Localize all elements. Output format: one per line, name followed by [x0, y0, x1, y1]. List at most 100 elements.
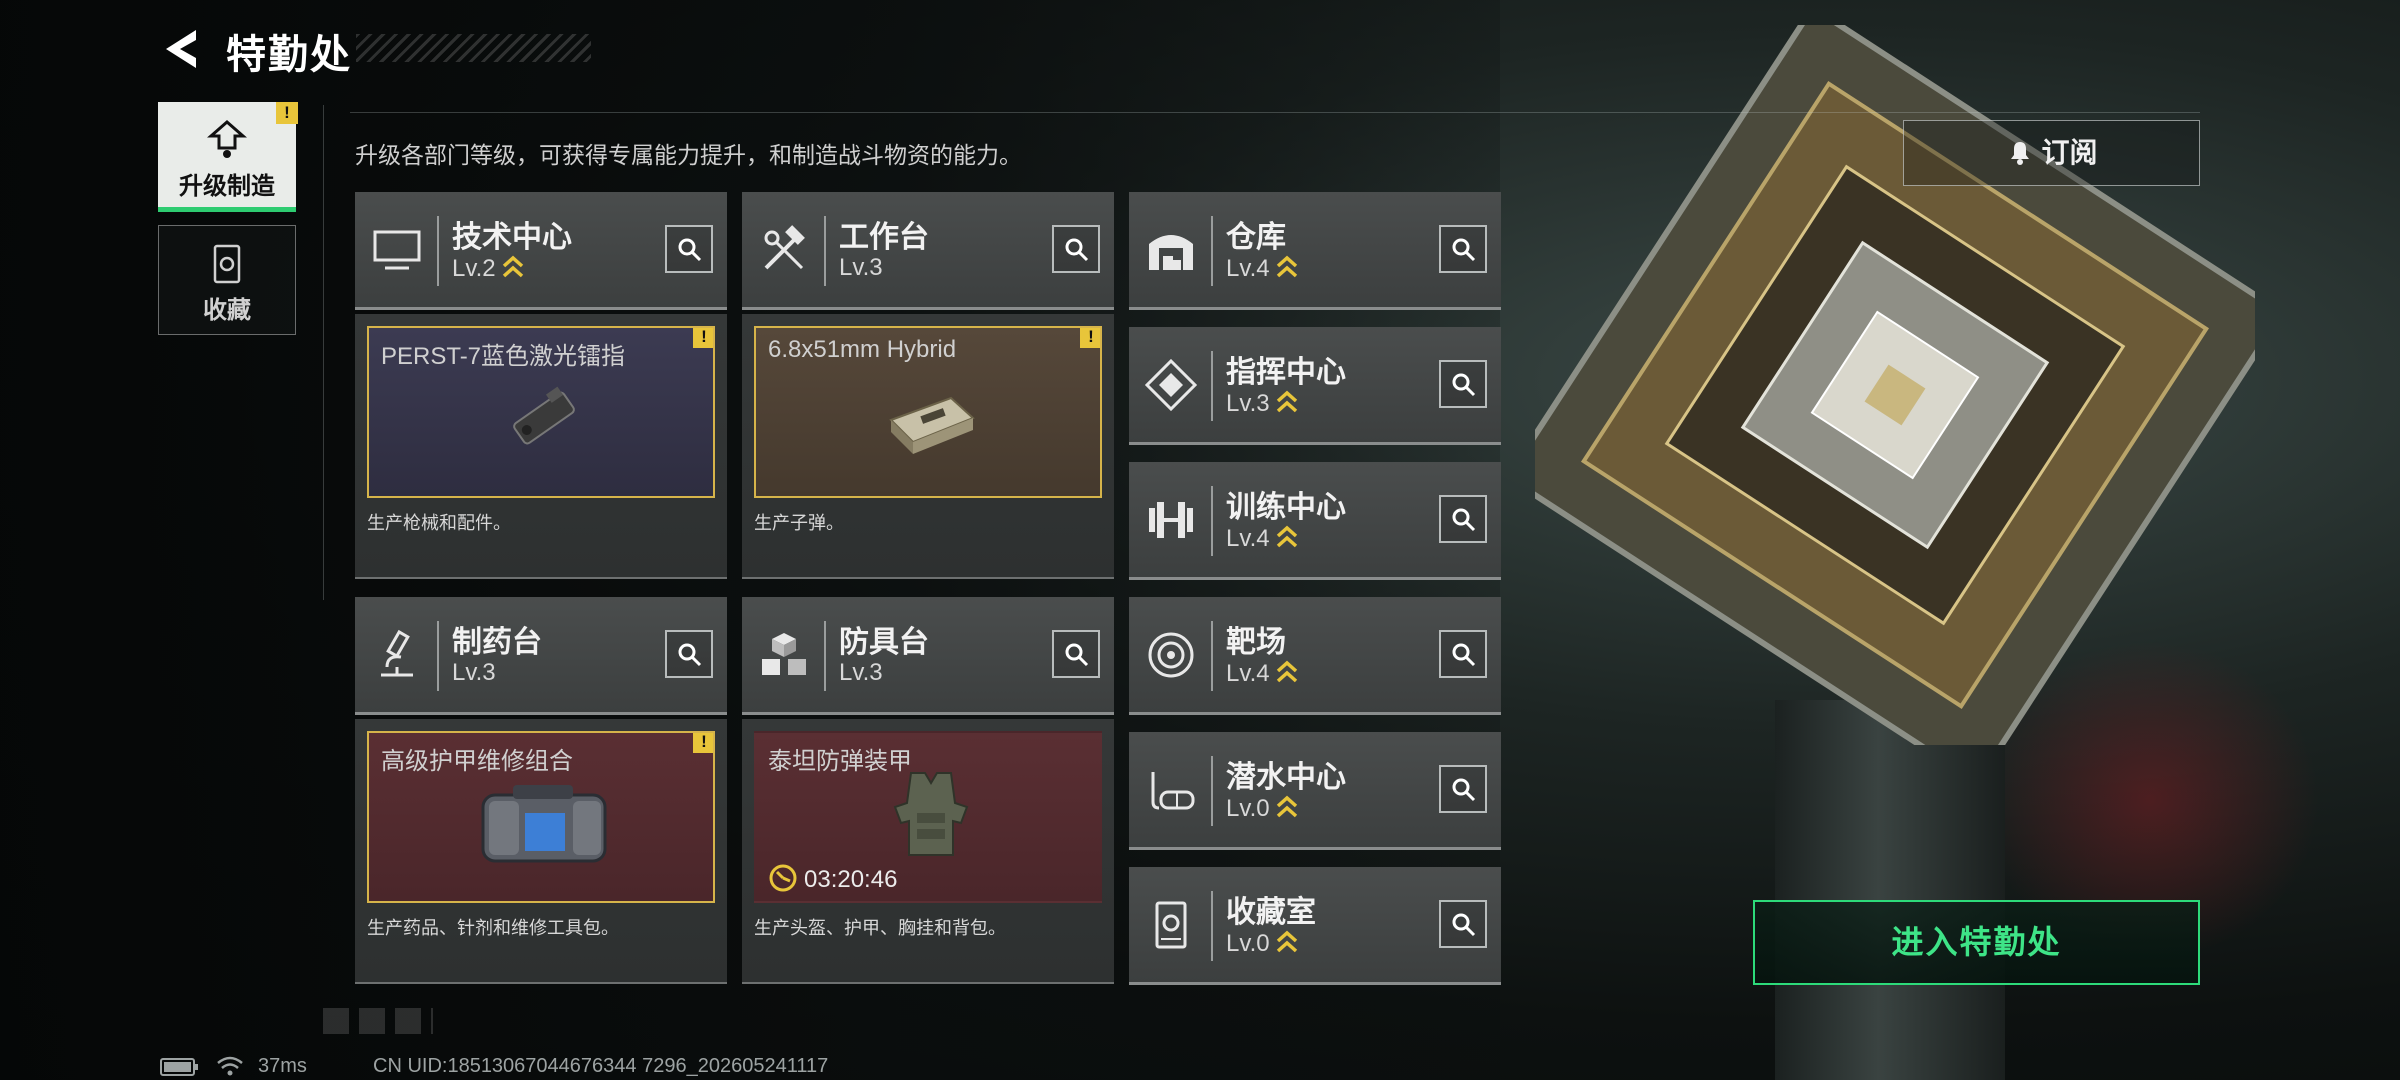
- search-button[interactable]: [1052, 225, 1100, 273]
- search-icon: [1452, 373, 1476, 397]
- search-button[interactable]: [1439, 900, 1487, 948]
- level-text: Lv.3: [1226, 390, 1270, 417]
- building-level: Lv.0: [1226, 794, 1298, 823]
- upgrade-chevron-icon: [1276, 930, 1297, 953]
- level-text: Lv.4: [1226, 660, 1270, 687]
- search-button[interactable]: [665, 225, 713, 273]
- building-level: Lv.4: [1226, 254, 1298, 283]
- separator: [437, 216, 439, 286]
- diving-mask-icon: [1151, 772, 1195, 810]
- search-button[interactable]: [1439, 225, 1487, 273]
- back-button[interactable]: [160, 26, 202, 72]
- building-level: Lv.3: [1226, 389, 1298, 418]
- separator: [824, 216, 826, 286]
- building-card-tech-center[interactable]: 技术中心 Lv.2: [355, 192, 727, 310]
- cubes-icon: [762, 633, 806, 675]
- page-title: 特勤处: [226, 33, 352, 77]
- building-card-command-center[interactable]: 指挥中心 Lv.3: [1129, 327, 1501, 445]
- building-card-workbench[interactable]: 工作台 Lv.3: [742, 192, 1114, 310]
- production-slot[interactable]: 泰坦防弹装甲 03:20:46: [754, 731, 1102, 903]
- tab-label: 收藏: [203, 297, 251, 324]
- microscope-icon: [381, 629, 413, 677]
- item-name: 高级护甲维修组合: [381, 748, 573, 775]
- search-button[interactable]: [1439, 765, 1487, 813]
- production-slot[interactable]: PERST-7蓝色激光镭指 !: [367, 326, 715, 498]
- search-icon: [1065, 238, 1089, 262]
- building-card-diving-center[interactable]: 潜水中心 Lv.0: [1129, 732, 1501, 850]
- level-text: Lv.3: [452, 659, 496, 686]
- building-name: 靶场: [1226, 626, 1286, 659]
- warning-badge: !: [693, 328, 713, 348]
- building-level: Lv.4: [1226, 659, 1298, 688]
- laser-device-image: [513, 386, 575, 445]
- target-icon: [1148, 632, 1194, 678]
- title-stripe-decoration: [356, 34, 591, 62]
- building-name: 工作台: [839, 221, 929, 254]
- tab-collection[interactable]: 收藏: [158, 225, 296, 335]
- monitor-icon: [373, 230, 421, 270]
- command-icon: [1145, 359, 1197, 411]
- production-description: 生产头盔、护甲、胸挂和背包。: [754, 918, 1006, 938]
- search-icon: [678, 643, 702, 667]
- upgrade-icon: [207, 120, 247, 158]
- separator: [437, 621, 439, 691]
- separator: [1211, 351, 1213, 421]
- collection-icon: [1155, 901, 1187, 949]
- building-card-collection-room[interactable]: 收藏室 Lv.0: [1129, 867, 1501, 985]
- building-card-armor-bench[interactable]: 防具台 Lv.3: [742, 597, 1114, 715]
- production-description: 生产子弹。: [754, 513, 844, 533]
- search-button[interactable]: [1439, 630, 1487, 678]
- search-button[interactable]: [665, 630, 713, 678]
- body-armor-image: [893, 772, 969, 856]
- background-pillar: [1775, 700, 2005, 1080]
- level-text: Lv.0: [1226, 930, 1270, 957]
- warning-badge: !: [693, 733, 713, 753]
- subscribe-button[interactable]: 订阅: [1903, 120, 2200, 186]
- bell-icon: [2011, 142, 2030, 165]
- production-description: 生产枪械和配件。: [367, 513, 511, 533]
- building-card-training-center[interactable]: 训练中心 Lv.4: [1129, 462, 1501, 580]
- building-name: 仓库: [1226, 221, 1286, 254]
- search-icon: [1452, 643, 1476, 667]
- building-level: Lv.3: [839, 254, 883, 282]
- wifi-icon: [217, 1056, 243, 1076]
- tab-upgrade-craft[interactable]: 升级制造 !: [158, 102, 298, 212]
- production-slot[interactable]: 高级护甲维修组合 !: [367, 731, 715, 903]
- item-name: 6.8x51mm Hybrid: [768, 336, 957, 363]
- building-card-warehouse[interactable]: 仓库 Lv.4: [1129, 192, 1501, 310]
- battery-icon: [160, 1058, 198, 1076]
- production-panel: 6.8x51mm Hybrid ! 生产子弹。: [742, 314, 1114, 579]
- separator: [1211, 621, 1213, 691]
- building-card-pharmacy[interactable]: 制药台 Lv.3: [355, 597, 727, 715]
- enter-special-ops-button[interactable]: 进入特勤处: [1753, 900, 2200, 985]
- warning-badge: !: [1080, 328, 1100, 348]
- warehouse-icon: [1149, 235, 1193, 270]
- search-button[interactable]: [1439, 495, 1487, 543]
- enter-label: 进入特勤处: [1891, 924, 2062, 960]
- search-button[interactable]: [1052, 630, 1100, 678]
- subscribe-text: 订阅: [2041, 137, 2098, 168]
- building-card-shooting-range[interactable]: 靶场 Lv.4: [1129, 597, 1501, 715]
- search-icon: [1452, 913, 1476, 937]
- search-button[interactable]: [1439, 360, 1487, 408]
- repair-kit-image: [481, 785, 607, 863]
- building-name: 潜水中心: [1226, 761, 1346, 794]
- timer-icon: [769, 864, 797, 892]
- section-description: 升级各部门等级，可获得专属能力提升，和制造战斗物资的能力。: [355, 142, 1022, 168]
- building-level: Lv.4: [1226, 524, 1298, 553]
- production-panel: PERST-7蓝色激光镭指 ! 生产枪械和配件。: [355, 314, 727, 579]
- upgrade-chevron-icon: [502, 255, 523, 278]
- subscribe-label: 订阅: [2005, 137, 2098, 168]
- timer-text: 03:20:46: [804, 866, 898, 893]
- production-slot[interactable]: 6.8x51mm Hybrid !: [754, 326, 1102, 498]
- separator: [1211, 486, 1213, 556]
- building-level: Lv.3: [839, 659, 883, 687]
- ping-text: 37ms: [258, 1055, 307, 1077]
- building-name: 制药台: [452, 626, 542, 659]
- search-icon: [1452, 238, 1476, 262]
- upgrade-chevron-icon: [1276, 255, 1297, 278]
- upgrade-chevron-icon: [1276, 525, 1297, 548]
- back-arrow-icon: [166, 30, 196, 68]
- dumbbell-icon: [1149, 502, 1193, 538]
- building-level: Lv.3: [452, 659, 496, 687]
